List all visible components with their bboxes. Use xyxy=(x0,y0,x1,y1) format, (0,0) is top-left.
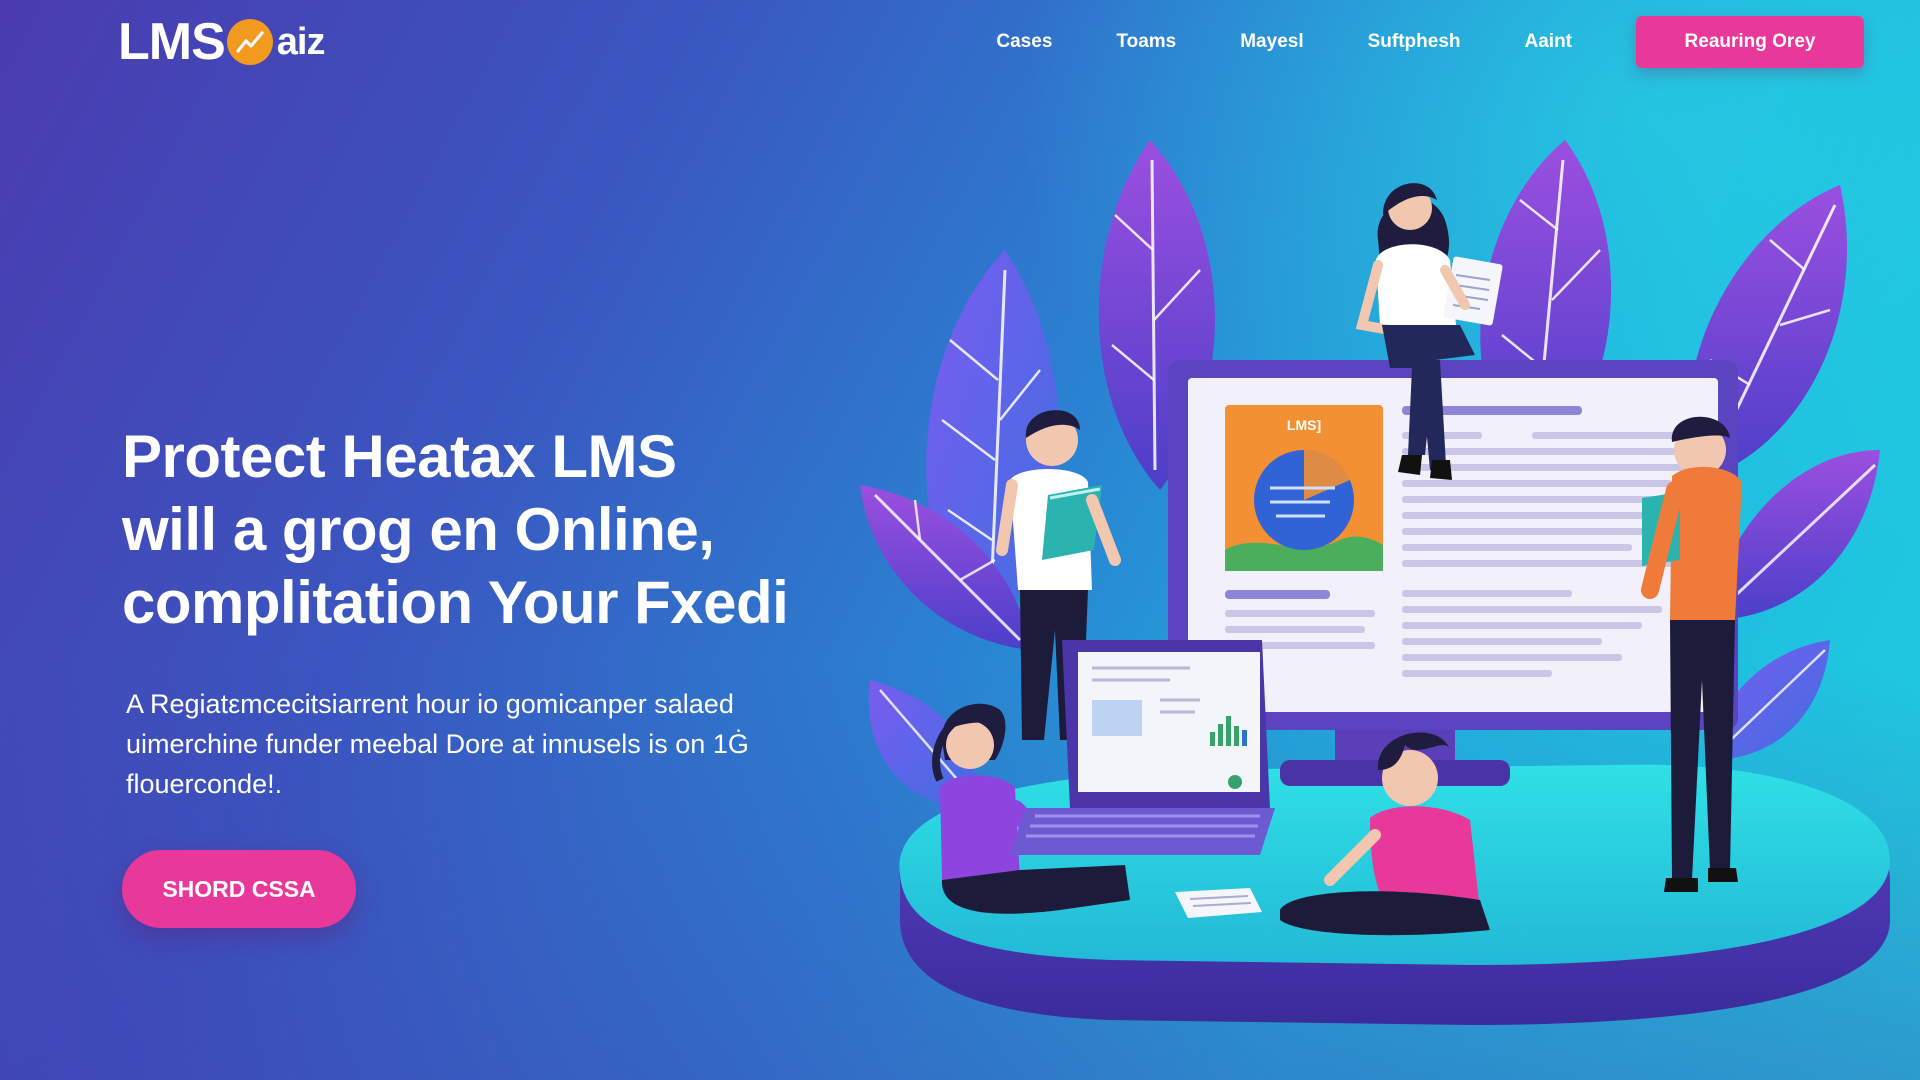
illustration-svg: LMS] xyxy=(860,140,1890,1025)
hero-subtitle: A Regiatεmcecitsiarrent hour io gomicanp… xyxy=(126,684,826,804)
nav-link-aaint[interactable]: Aaint xyxy=(1525,31,1573,53)
header-cta-button[interactable]: Reauring Orey xyxy=(1636,16,1864,68)
hero-illustration: LMS] xyxy=(830,120,1920,1040)
nav-link-toams[interactable]: Toams xyxy=(1116,31,1176,53)
main-navigation: Cases Toams Mayesl Suftphesh Aaint Reaur… xyxy=(996,16,1864,68)
hero-cta-button[interactable]: SHORD CSSA xyxy=(122,850,356,928)
hero-title-line: will a grog en Online, xyxy=(122,496,715,563)
screen-card-label: LMS] xyxy=(1287,417,1321,433)
brand-logo[interactable]: LMS aiz xyxy=(118,13,326,71)
hero-title-line: Protect Heatax LMS xyxy=(122,423,677,490)
chart-line-icon xyxy=(226,19,273,65)
logo-text-right: aiz xyxy=(276,20,326,63)
logo-text-left: LMS xyxy=(118,13,226,71)
nav-link-suftphesh[interactable]: Suftphesh xyxy=(1368,31,1461,53)
hero-title-line: complitation Your Fxedi xyxy=(122,569,789,636)
hero-subtitle-line: uimerchine funder meebal Dore at innusel… xyxy=(126,729,749,759)
nav-link-mayesl[interactable]: Mayesl xyxy=(1240,31,1303,53)
hero-title: Protect Heatax LMS will a grog en Online… xyxy=(122,420,882,639)
hero-subtitle-line: flouerconde!. xyxy=(126,769,283,799)
nav-link-cases[interactable]: Cases xyxy=(996,31,1052,53)
hero-subtitle-line: A Regiatεmcecitsiarrent hour io gomicanp… xyxy=(126,689,734,719)
